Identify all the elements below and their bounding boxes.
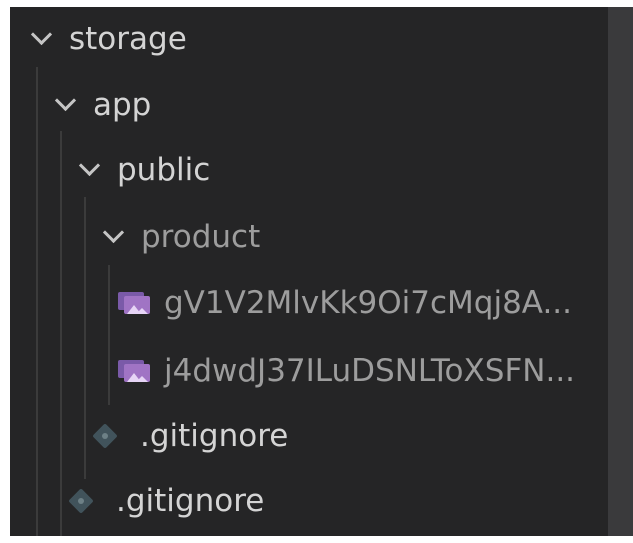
tree-item-public[interactable]: public [10,140,608,200]
folder-label: storage [69,21,187,57]
git-icon [92,423,118,449]
image-icon [118,292,150,314]
file-explorer: storage app public product gV1V2MlvKk9Oi… [10,7,608,536]
tree-item-gitignore[interactable]: .gitignore [10,406,608,466]
chevron-down-icon [30,23,53,45]
image-icon [118,360,150,382]
tree-item-image-file[interactable]: gV1V2MlvKk9Oi7cMqj8A... [10,273,608,333]
tree-item-product[interactable]: product [10,207,608,267]
chevron-down-icon [102,221,125,243]
tree-item-gitignore[interactable]: .gitignore [10,471,608,531]
folder-label: app [93,87,152,123]
tree-item-storage[interactable]: storage [10,9,608,69]
chevron-down-icon [78,154,101,176]
folder-label: product [141,219,261,255]
file-label: j4dwdJ37ILuDSNLToXSFN... [164,353,576,389]
folder-label: public [117,152,211,188]
file-label: .gitignore [140,418,289,454]
tree-item-image-file[interactable]: j4dwdJ37ILuDSNLToXSFN... [10,341,608,401]
file-label: gV1V2MlvKk9Oi7cMqj8A... [164,285,573,321]
tree-item-app[interactable]: app [10,75,608,135]
scrollbar[interactable] [608,7,633,536]
chevron-down-icon [54,89,77,111]
git-icon [68,488,94,514]
file-label: .gitignore [116,483,265,519]
